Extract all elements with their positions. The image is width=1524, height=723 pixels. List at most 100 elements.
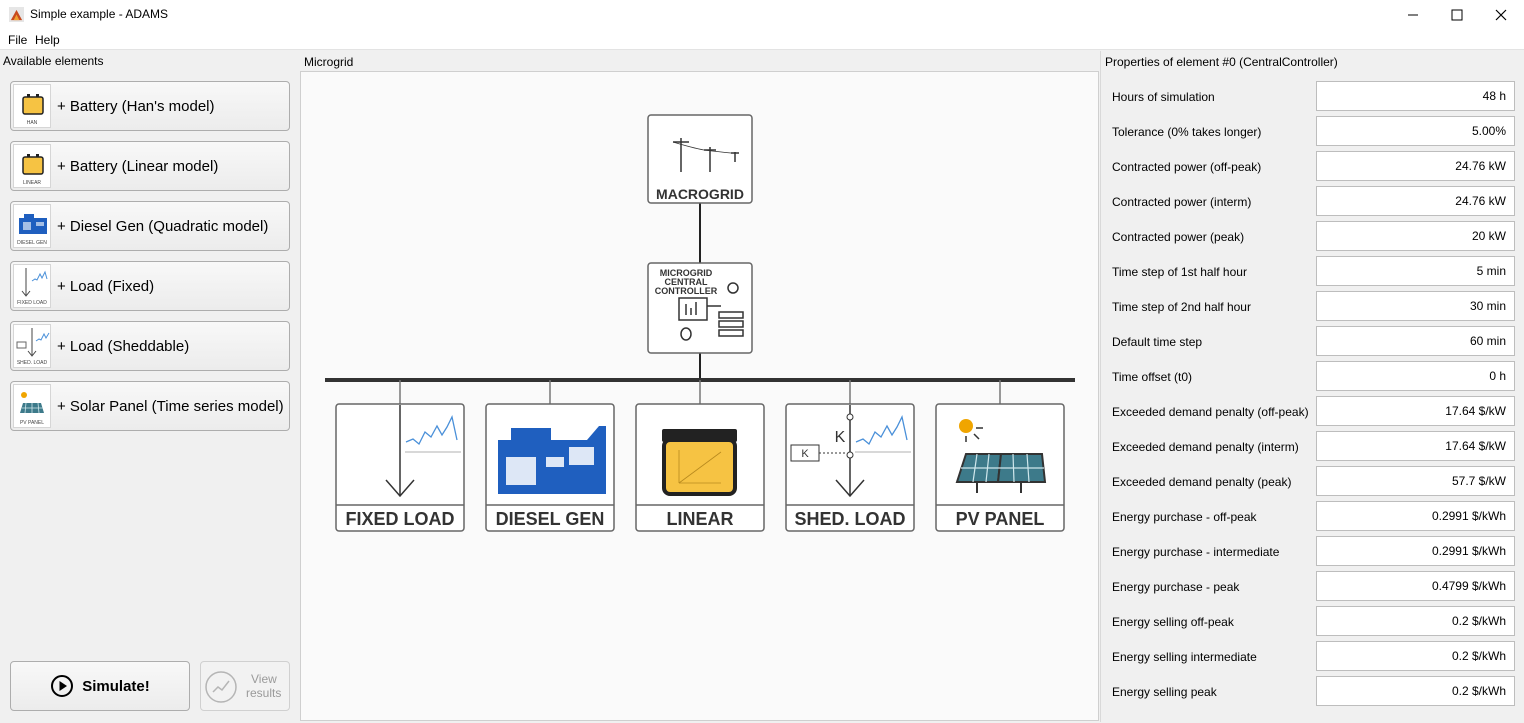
property-label: Energy purchase - peak bbox=[1112, 580, 1240, 594]
property-row: Energy purchase - peak bbox=[1101, 571, 1524, 601]
microgrid-diagram: MACROGRID MICROGRID CENTRAL CONTROLLER F… bbox=[325, 114, 1075, 532]
element-label: + Diesel Gen (Quadratic model) bbox=[57, 217, 269, 235]
switch-box-label: K bbox=[801, 448, 809, 460]
menu-file[interactable]: File bbox=[8, 33, 27, 47]
available-elements-panel: Available elements HAN + Battery (Han's … bbox=[0, 51, 298, 722]
property-value-field[interactable] bbox=[1316, 361, 1515, 391]
element-label: + Load (Fixed) bbox=[57, 277, 155, 295]
element-label: + Solar Panel (Time series model) bbox=[57, 397, 284, 415]
property-label: Exceeded demand penalty (peak) bbox=[1112, 475, 1292, 489]
property-row: Energy purchase - off-peak bbox=[1101, 501, 1524, 531]
menu-help[interactable]: Help bbox=[35, 33, 60, 47]
close-icon bbox=[1495, 9, 1507, 21]
controller-node[interactable]: MICROGRID CENTRAL CONTROLLER bbox=[647, 262, 753, 354]
property-label: Contracted power (interm) bbox=[1112, 195, 1252, 209]
battery-icon: HAN bbox=[13, 84, 51, 128]
element-label: + Load (Sheddable) bbox=[57, 337, 190, 355]
microgrid-panel: Microgrid MACROGRID MICROGRID CENTRAL CO… bbox=[300, 51, 1099, 722]
results-icon bbox=[205, 671, 237, 703]
diesel-gen-label: DIESEL GEN bbox=[496, 509, 605, 529]
property-value-field[interactable] bbox=[1316, 396, 1515, 426]
property-value-field[interactable] bbox=[1316, 466, 1515, 496]
generator-icon: DIESEL GEN bbox=[13, 204, 51, 248]
property-value-field[interactable] bbox=[1316, 536, 1515, 566]
minimize-button[interactable] bbox=[1390, 0, 1436, 30]
solar-icon: PV PANEL bbox=[13, 384, 51, 428]
property-value-field[interactable] bbox=[1316, 151, 1515, 181]
property-value-field[interactable] bbox=[1316, 606, 1515, 636]
property-value-field[interactable] bbox=[1316, 571, 1515, 601]
add-battery-han-button[interactable]: HAN + Battery (Han's model) bbox=[10, 81, 290, 131]
add-solar-panel-button[interactable]: PV PANEL + Solar Panel (Time series mode… bbox=[10, 381, 290, 431]
property-row: Energy selling off-peak bbox=[1101, 606, 1524, 636]
menu-bar: File Help bbox=[0, 30, 1524, 50]
load-icon: SHED. LOAD bbox=[13, 324, 51, 368]
property-row: Contracted power (off-peak) bbox=[1101, 151, 1524, 181]
property-row: Default time step bbox=[1101, 326, 1524, 356]
view-results-button[interactable]: View results bbox=[200, 661, 290, 711]
properties-panel: Properties of element #0 (CentralControl… bbox=[1100, 51, 1524, 722]
property-row: Time step of 1st half hour bbox=[1101, 256, 1524, 286]
fixed-load-label: FIXED LOAD bbox=[345, 509, 454, 529]
property-value-field[interactable] bbox=[1316, 81, 1515, 111]
add-load-fixed-button[interactable]: FIXED LOAD + Load (Fixed) bbox=[10, 261, 290, 311]
property-label: Exceeded demand penalty (off-peak) bbox=[1112, 405, 1309, 419]
play-icon bbox=[51, 675, 74, 697]
title-bar: Simple example - ADAMS bbox=[0, 0, 1524, 30]
property-label: Energy selling off-peak bbox=[1112, 615, 1234, 629]
shed-load-label: SHED. LOAD bbox=[794, 509, 905, 529]
property-value-field[interactable] bbox=[1316, 431, 1515, 461]
property-row: Hours of simulation bbox=[1101, 81, 1524, 111]
property-row: Exceeded demand penalty (off-peak) bbox=[1101, 396, 1524, 426]
property-value-field[interactable] bbox=[1316, 641, 1515, 671]
close-button[interactable] bbox=[1478, 0, 1524, 30]
node-fixed-load[interactable]: FIXED LOAD bbox=[335, 403, 465, 532]
property-row: Contracted power (peak) bbox=[1101, 221, 1524, 251]
property-value-field[interactable] bbox=[1316, 676, 1515, 706]
add-diesel-gen-button[interactable]: DIESEL GEN + Diesel Gen (Quadratic model… bbox=[10, 201, 290, 251]
node-diesel-gen[interactable]: DIESEL GEN bbox=[485, 403, 615, 532]
pv-panel-label: PV PANEL bbox=[956, 509, 1045, 529]
node-shed-load[interactable]: K K SHED. LOAD bbox=[785, 403, 915, 532]
node-linear-battery[interactable]: LINEAR bbox=[635, 403, 765, 532]
property-label: Energy selling peak bbox=[1112, 685, 1217, 699]
property-row: Time offset (t0) bbox=[1101, 361, 1524, 391]
node-pv-panel[interactable]: PV PANEL bbox=[935, 403, 1065, 532]
view-results-label-1: View bbox=[251, 672, 277, 686]
switch-label: K bbox=[835, 429, 846, 446]
simulate-label: Simulate! bbox=[82, 677, 150, 695]
property-label: Hours of simulation bbox=[1112, 90, 1215, 104]
property-label: Time offset (t0) bbox=[1112, 370, 1193, 384]
available-elements-header: Available elements bbox=[3, 54, 104, 68]
property-label: Default time step bbox=[1112, 335, 1203, 349]
property-value-field[interactable] bbox=[1316, 221, 1515, 251]
property-value-field[interactable] bbox=[1316, 116, 1515, 146]
property-label: Contracted power (peak) bbox=[1112, 230, 1245, 244]
linear-label: LINEAR bbox=[667, 509, 734, 529]
property-label: Contracted power (off-peak) bbox=[1112, 160, 1262, 174]
property-row: Time step of 2nd half hour bbox=[1101, 291, 1524, 321]
maximize-button[interactable] bbox=[1434, 0, 1480, 30]
property-value-field[interactable] bbox=[1316, 291, 1515, 321]
property-label: Energy selling intermediate bbox=[1112, 650, 1257, 664]
property-value-field[interactable] bbox=[1316, 326, 1515, 356]
battery-icon bbox=[662, 429, 737, 496]
simulate-button[interactable]: Simulate! bbox=[10, 661, 190, 711]
property-value-field[interactable] bbox=[1316, 186, 1515, 216]
property-label: Exceeded demand penalty (interm) bbox=[1112, 440, 1299, 454]
property-label: Energy purchase - off-peak bbox=[1112, 510, 1257, 524]
controller-label-3: CONTROLLER bbox=[655, 286, 718, 296]
properties-header: Properties of element #0 (CentralControl… bbox=[1105, 55, 1338, 69]
add-load-sheddable-button[interactable]: SHED. LOAD + Load (Sheddable) bbox=[10, 321, 290, 371]
property-row: Exceeded demand penalty (peak) bbox=[1101, 466, 1524, 496]
view-results-label-2: results bbox=[246, 686, 282, 700]
property-value-field[interactable] bbox=[1316, 501, 1515, 531]
property-value-field[interactable] bbox=[1316, 256, 1515, 286]
maximize-icon bbox=[1451, 9, 1463, 21]
add-battery-linear-button[interactable]: LINEAR + Battery (Linear model) bbox=[10, 141, 290, 191]
macrogrid-node[interactable]: MACROGRID bbox=[647, 114, 753, 204]
element-label: + Battery (Linear model) bbox=[57, 157, 219, 175]
property-label: Time step of 1st half hour bbox=[1112, 265, 1247, 279]
microgrid-canvas[interactable]: MACROGRID MICROGRID CENTRAL CONTROLLER F… bbox=[300, 71, 1099, 721]
property-label: Time step of 2nd half hour bbox=[1112, 300, 1251, 314]
